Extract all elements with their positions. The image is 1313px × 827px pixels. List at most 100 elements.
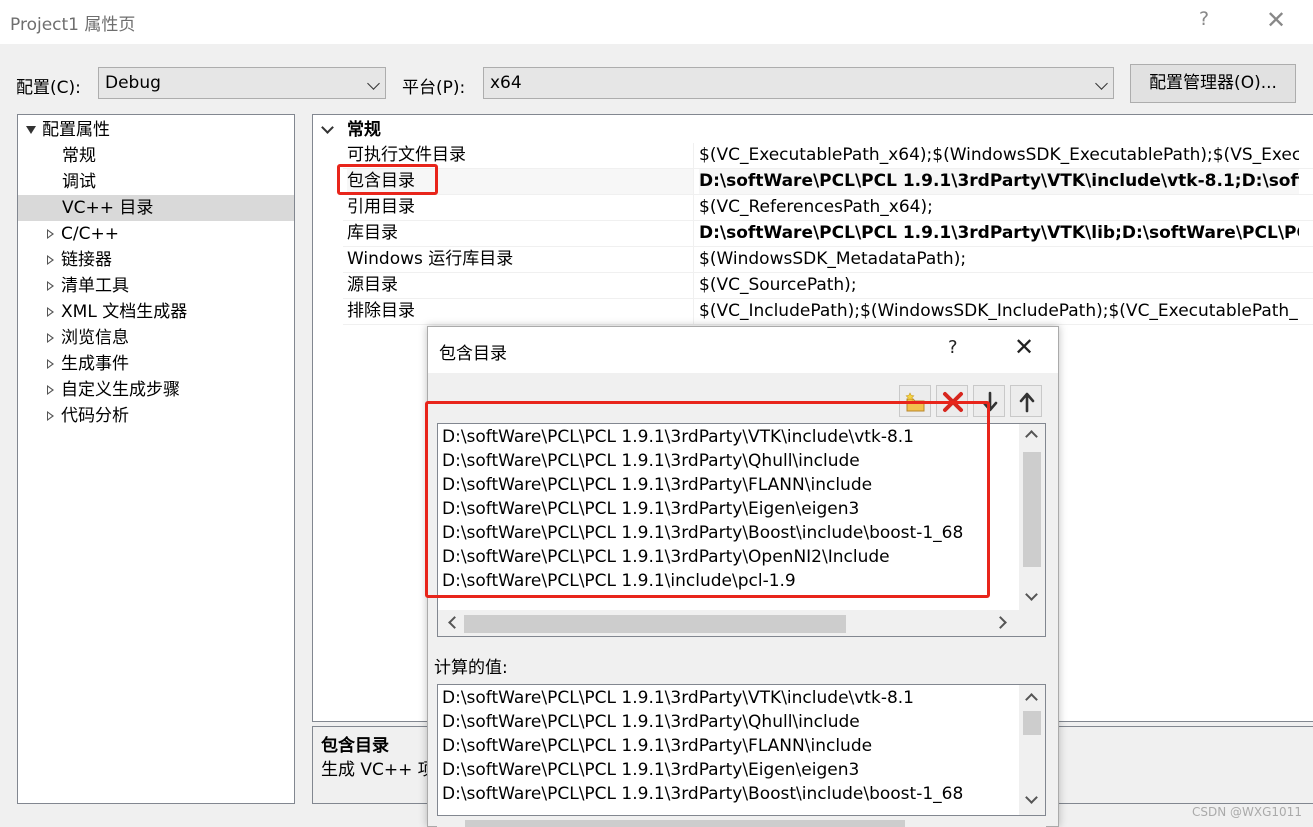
- column-divider: [693, 143, 694, 169]
- expand-arrow-icon[interactable]: [47, 307, 54, 317]
- expand-arrow-icon[interactable]: [47, 411, 54, 421]
- scroll-up-icon[interactable]: [1025, 693, 1038, 706]
- property-row[interactable]: 包含目录 D:\softWare\PCL\PCL 1.9.1\3rdParty\V…: [343, 169, 1313, 195]
- scroll-thumb[interactable]: [465, 820, 905, 827]
- chevron-down-icon: [367, 77, 380, 90]
- column-divider: [693, 221, 694, 247]
- category-label: 常规: [347, 120, 381, 140]
- tree-item-label: 生成事件: [61, 354, 129, 374]
- help-icon[interactable]: ?: [948, 337, 958, 358]
- calculated-values-label: 计算的值:: [434, 658, 508, 678]
- chevron-down-icon[interactable]: [321, 121, 334, 134]
- column-divider: [693, 169, 694, 195]
- scroll-thumb[interactable]: [1023, 711, 1041, 735]
- dialog-title: 包含目录: [439, 344, 507, 364]
- move-up-icon: [1019, 392, 1035, 413]
- property-value[interactable]: D:\softWare\PCL\PCL 1.9.1\3rdParty\VTK\l…: [699, 221, 1299, 246]
- tree-item[interactable]: C/C++: [18, 221, 294, 247]
- tree-root[interactable]: 配置属性: [18, 117, 294, 143]
- scroll-down-icon[interactable]: [1025, 588, 1038, 601]
- scroll-right-icon[interactable]: [994, 616, 1007, 629]
- expand-arrow-icon[interactable]: [47, 255, 54, 265]
- property-row[interactable]: 源目录 $(VC_SourcePath);: [343, 273, 1313, 299]
- tree-root-label: 配置属性: [42, 120, 110, 140]
- tree-item[interactable]: 链接器: [18, 247, 294, 273]
- calculated-value: D:\softWare\PCL\PCL 1.9.1\3rdParty\Qhull…: [442, 712, 860, 732]
- platform-dropdown[interactable]: x64: [483, 67, 1114, 99]
- scroll-thumb[interactable]: [464, 615, 846, 633]
- property-value[interactable]: $(VC_ExecutablePath_x64);$(WindowsSDK_Ex…: [699, 143, 1299, 168]
- tree-item[interactable]: 生成事件: [18, 351, 294, 377]
- annotation-highlight: [425, 401, 990, 598]
- property-name: 源目录: [347, 275, 398, 295]
- horizontal-scrollbar[interactable]: [437, 818, 1046, 827]
- calculated-value: D:\softWare\PCL\PCL 1.9.1\3rdParty\VTK\i…: [442, 688, 914, 708]
- property-row[interactable]: 排除目录 $(VC_IncludePath);$(WindowsSDK_Inclu…: [343, 299, 1313, 325]
- description-title: 包含目录: [321, 736, 389, 756]
- annotation-highlight: [337, 164, 438, 195]
- property-value[interactable]: D:\softWare\PCL\PCL 1.9.1\3rdParty\VTK\i…: [699, 169, 1299, 194]
- platform-value: x64: [490, 73, 522, 93]
- move-up-button[interactable]: [1010, 385, 1042, 417]
- tree-item-label: 链接器: [61, 250, 112, 270]
- vertical-scrollbar[interactable]: [1019, 424, 1045, 612]
- tree-item[interactable]: 常规: [18, 143, 294, 169]
- tree-item[interactable]: XML 文档生成器: [18, 299, 294, 325]
- tree-item-label: C/C++: [61, 224, 119, 244]
- config-value: Debug: [105, 73, 161, 93]
- property-row[interactable]: 可执行文件目录 $(VC_ExecutablePath_x64);$(Window…: [343, 143, 1313, 169]
- tree-item[interactable]: 代码分析: [18, 403, 294, 429]
- tree-item-label: 调试: [62, 172, 96, 192]
- category-row[interactable]: 常规: [313, 117, 1312, 143]
- tree-item-label: 清单工具: [61, 276, 129, 296]
- property-row[interactable]: Windows 运行库目录 $(WindowsSDK_MetadataPath);: [343, 247, 1313, 273]
- column-divider: [693, 273, 694, 299]
- calculated-value: D:\softWare\PCL\PCL 1.9.1\3rdParty\Eigen…: [442, 760, 860, 780]
- collapse-arrow-icon[interactable]: [26, 126, 36, 134]
- scroll-up-icon[interactable]: [1025, 430, 1038, 443]
- expand-arrow-icon[interactable]: [47, 229, 54, 239]
- watermark: CSDN @WXG1011: [1192, 805, 1302, 819]
- tree-item[interactable]: VC++ 目录: [18, 195, 294, 221]
- property-value[interactable]: $(VC_IncludePath);$(WindowsSDK_IncludePa…: [699, 299, 1299, 324]
- property-tree: 配置属性 常规调试 VC++ 目录 C/C++ 链接器清单工具 XML 文档生成器浏览信…: [17, 114, 295, 804]
- property-row[interactable]: 引用目录 $(VC_ReferencesPath_x64);: [343, 195, 1313, 221]
- expand-arrow-icon[interactable]: [47, 333, 54, 343]
- property-name: Windows 运行库目录: [347, 249, 514, 269]
- tree-item-label: VC++ 目录: [62, 198, 154, 218]
- expand-arrow-icon[interactable]: [47, 281, 54, 291]
- tree-item[interactable]: 调试: [18, 169, 294, 195]
- config-dropdown[interactable]: Debug: [98, 67, 386, 99]
- calculated-values-list: D:\softWare\PCL\PCL 1.9.1\3rdParty\VTK\i…: [437, 684, 1046, 816]
- tree-item-label: 常规: [62, 146, 96, 166]
- platform-label: 平台(P):: [402, 78, 466, 98]
- close-icon[interactable]: ✕: [1266, 6, 1286, 34]
- config-manager-button[interactable]: 配置管理器(O)...: [1130, 64, 1296, 103]
- tree-item[interactable]: 浏览信息: [18, 325, 294, 351]
- scroll-left-icon[interactable]: [448, 616, 461, 629]
- expand-arrow-icon[interactable]: [47, 385, 54, 395]
- property-row[interactable]: 库目录 D:\softWare\PCL\PCL 1.9.1\3rdParty\VT…: [343, 221, 1313, 247]
- tree-item[interactable]: 自定义生成步骤: [18, 377, 294, 403]
- expand-arrow-icon[interactable]: [47, 359, 54, 369]
- property-name: 引用目录: [347, 197, 415, 217]
- help-icon[interactable]: ?: [1199, 8, 1209, 30]
- vertical-scrollbar[interactable]: [1019, 685, 1045, 815]
- scroll-down-icon[interactable]: [1025, 791, 1038, 804]
- horizontal-scrollbar[interactable]: [438, 610, 1045, 636]
- close-icon[interactable]: ✕: [1014, 333, 1034, 361]
- dialog-title-bar: 包含目录 ? ✕: [428, 327, 1058, 373]
- tree-item[interactable]: 清单工具: [18, 273, 294, 299]
- tree-item-label: 浏览信息: [61, 328, 129, 348]
- calculated-value: D:\softWare\PCL\PCL 1.9.1\3rdParty\FLANN…: [442, 736, 873, 756]
- calculated-value: D:\softWare\PCL\PCL 1.9.1\3rdParty\Boost…: [442, 784, 964, 804]
- column-divider: [693, 195, 694, 221]
- tree-item-label: 代码分析: [61, 406, 129, 426]
- config-label: 配置(C):: [16, 78, 81, 98]
- property-value[interactable]: $(WindowsSDK_MetadataPath);: [699, 247, 1299, 272]
- property-value[interactable]: $(VC_SourcePath);: [699, 273, 1299, 298]
- scroll-thumb[interactable]: [1023, 452, 1041, 567]
- title-bar: Project1 属性页 ? ✕: [0, 0, 1313, 44]
- property-name: 库目录: [347, 223, 398, 243]
- property-value[interactable]: $(VC_ReferencesPath_x64);: [699, 195, 1299, 220]
